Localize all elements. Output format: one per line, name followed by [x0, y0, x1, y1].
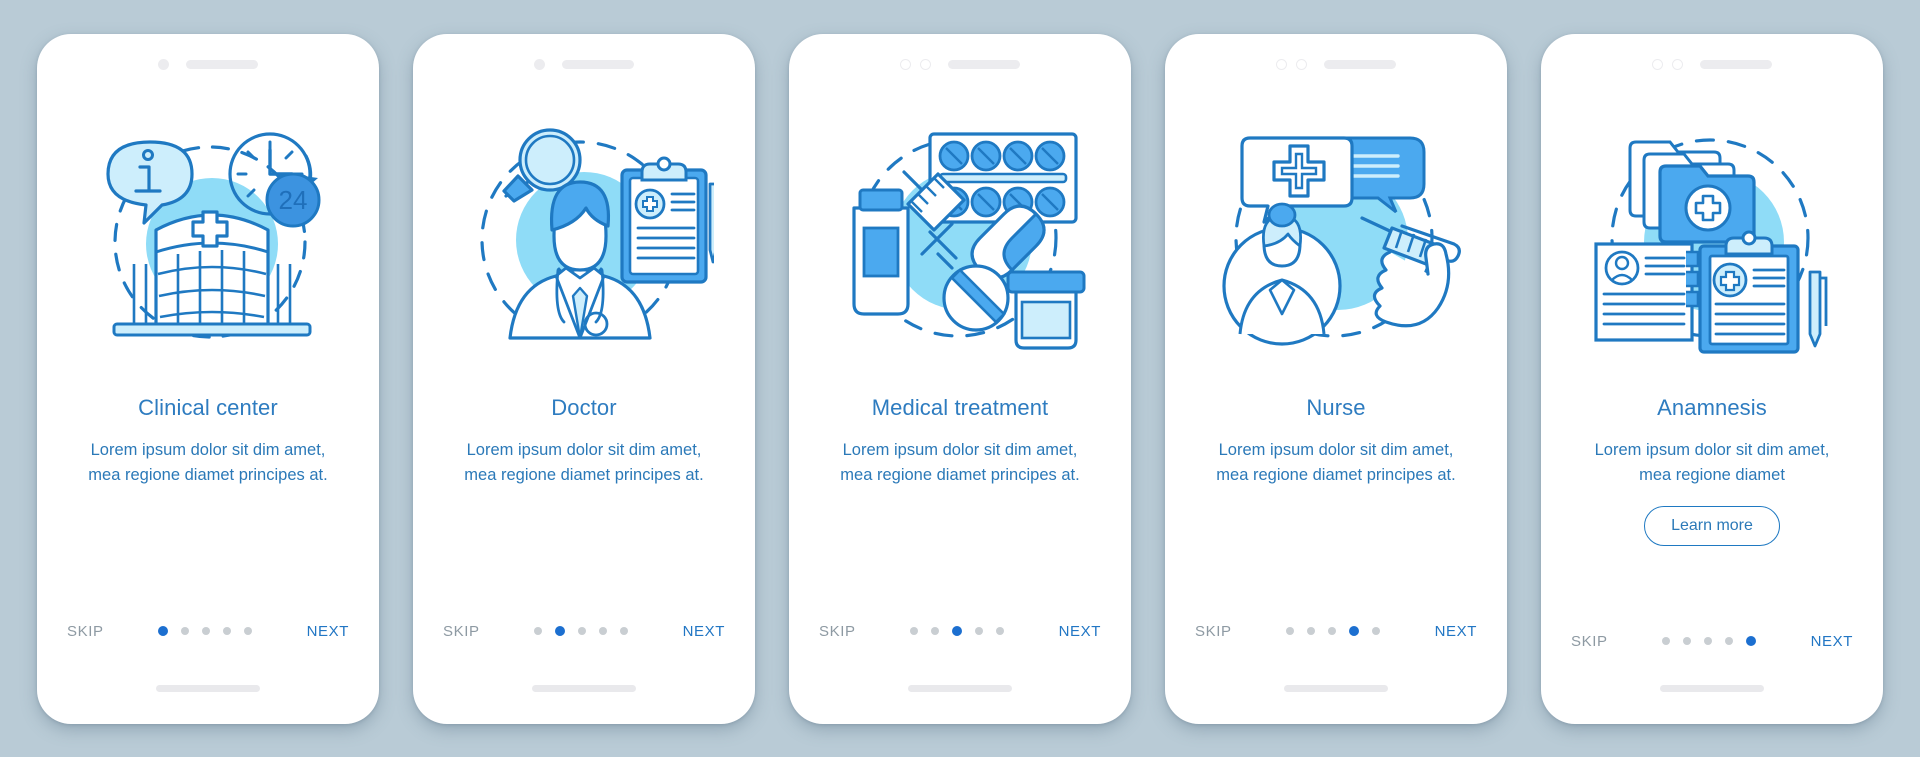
status-bar — [1541, 42, 1883, 88]
next-button[interactable]: NEXT — [1435, 623, 1477, 640]
illustration-doctor — [413, 92, 755, 382]
pagination-dot[interactable] — [996, 627, 1005, 635]
next-button[interactable]: NEXT — [307, 623, 349, 640]
card-body-text: Lorem ipsum dolor sit dim amet, mea regi… — [1594, 440, 1830, 484]
skip-button[interactable]: SKIP — [1195, 623, 1232, 640]
camera-ring-icon — [920, 59, 931, 70]
pagination-dots — [910, 626, 1005, 636]
pagination-dot[interactable] — [181, 627, 190, 635]
pagination-dots — [534, 626, 629, 636]
illustration-medical-treatment — [789, 92, 1131, 382]
camera-ring-icon — [900, 59, 911, 70]
pagination-dots — [158, 626, 253, 636]
illustration-anamnesis — [1541, 92, 1883, 382]
pagination-dot[interactable] — [578, 627, 587, 635]
onboarding-screen-anamnesis: Anamnesis Lorem ipsum dolor sit dim amet… — [1541, 33, 1883, 724]
clinical-center-illustration: 24 — [106, 131, 321, 339]
pagination-dot[interactable] — [1349, 626, 1360, 636]
pagination-dot[interactable] — [555, 626, 566, 636]
onboarding-screen-medical-treatment: Medical treatment Lorem ipsum dolor sit … — [789, 33, 1131, 724]
pagination-dot[interactable] — [1286, 627, 1295, 635]
skip-button[interactable]: SKIP — [67, 623, 104, 640]
onboarding-nav: SKIP NEXT — [413, 623, 755, 640]
anamnesis-illustration — [1594, 137, 1828, 354]
onboarding-nav: SKIP NEXT — [37, 623, 379, 640]
speaker-grill-icon — [1700, 60, 1772, 69]
pagination-dot[interactable] — [1372, 627, 1381, 635]
card-title: Clinical center — [138, 394, 278, 420]
speaker-grill-icon — [562, 60, 634, 69]
pagination-dots — [1286, 626, 1381, 636]
card-title: Medical treatment — [871, 394, 1049, 420]
card-title: Doctor — [551, 394, 617, 420]
pagination-dots — [1662, 636, 1757, 646]
clock-24-label: 24 — [279, 185, 308, 215]
onboarding-screens-board: 24 Clinical center Lorem ipsum dolor sit… — [0, 0, 1920, 757]
skip-button[interactable]: SKIP — [1571, 633, 1608, 650]
onboarding-nav: SKIP NEXT — [1541, 633, 1883, 650]
home-indicator[interactable] — [532, 684, 636, 692]
card-title: Nurse — [1306, 394, 1366, 420]
speaker-grill-icon — [948, 60, 1020, 69]
pagination-dot[interactable] — [1746, 636, 1757, 646]
home-indicator[interactable] — [1284, 684, 1388, 692]
skip-button[interactable]: SKIP — [443, 623, 480, 640]
camera-dot-icon — [534, 59, 545, 70]
camera-dot-icon — [158, 59, 169, 70]
status-bar — [789, 42, 1131, 88]
pagination-dot[interactable] — [534, 627, 543, 635]
nurse-illustration — [1222, 135, 1461, 346]
onboarding-nav: SKIP NEXT — [789, 623, 1131, 640]
pagination-dot[interactable] — [931, 627, 940, 635]
pagination-dot[interactable] — [244, 627, 253, 635]
doctor-illustration — [480, 127, 714, 340]
pagination-dot[interactable] — [952, 626, 963, 636]
pagination-dot[interactable] — [1662, 637, 1671, 645]
pagination-dot[interactable] — [158, 626, 169, 636]
pagination-dot[interactable] — [1328, 627, 1337, 635]
home-indicator[interactable] — [1660, 684, 1764, 692]
camera-ring-icon — [1296, 59, 1307, 70]
next-button[interactable]: NEXT — [683, 623, 725, 640]
pagination-dot[interactable] — [223, 627, 232, 635]
home-indicator[interactable] — [908, 684, 1012, 692]
onboarding-screen-doctor: Doctor Lorem ipsum dolor sit dim amet, m… — [413, 33, 755, 724]
illustration-nurse — [1165, 92, 1507, 382]
camera-ring-icon — [1652, 59, 1663, 70]
learn-more-button[interactable]: Learn more — [1644, 505, 1780, 546]
camera-ring-icon — [1672, 59, 1683, 70]
pagination-dot[interactable] — [1307, 627, 1316, 635]
next-button[interactable]: NEXT — [1059, 623, 1101, 640]
pagination-dot[interactable] — [599, 627, 608, 635]
card-body-text: Lorem ipsum dolor sit dim amet, mea regi… — [88, 440, 328, 484]
camera-ring-icon — [1276, 59, 1287, 70]
pagination-dot[interactable] — [1704, 637, 1713, 645]
pagination-dot[interactable] — [202, 627, 211, 635]
illustration-clinical-center: 24 — [37, 92, 379, 382]
pagination-dot[interactable] — [1725, 637, 1734, 645]
pagination-dot[interactable] — [910, 627, 919, 635]
pagination-dot[interactable] — [1683, 637, 1692, 645]
pagination-dot[interactable] — [975, 627, 984, 635]
speaker-grill-icon — [186, 60, 258, 69]
card-body-text: Lorem ipsum dolor sit dim amet, mea regi… — [1216, 440, 1456, 484]
card-title: Anamnesis — [1657, 394, 1767, 420]
next-button[interactable]: NEXT — [1811, 633, 1853, 650]
status-bar — [37, 42, 379, 88]
skip-button[interactable]: SKIP — [819, 623, 856, 640]
medical-treatment-illustration — [852, 131, 1086, 350]
status-bar — [1165, 42, 1507, 88]
speaker-grill-icon — [1324, 60, 1396, 69]
status-bar — [413, 42, 755, 88]
onboarding-nav: SKIP NEXT — [1165, 623, 1507, 640]
card-body-text: Lorem ipsum dolor sit dim amet, mea regi… — [464, 440, 704, 484]
onboarding-screen-clinical-center: 24 Clinical center Lorem ipsum dolor sit… — [37, 33, 379, 724]
home-indicator[interactable] — [156, 684, 260, 692]
onboarding-screen-nurse: Nurse Lorem ipsum dolor sit dim amet, me… — [1165, 33, 1507, 724]
pagination-dot[interactable] — [620, 627, 629, 635]
card-body-text: Lorem ipsum dolor sit dim amet, mea regi… — [840, 440, 1080, 484]
